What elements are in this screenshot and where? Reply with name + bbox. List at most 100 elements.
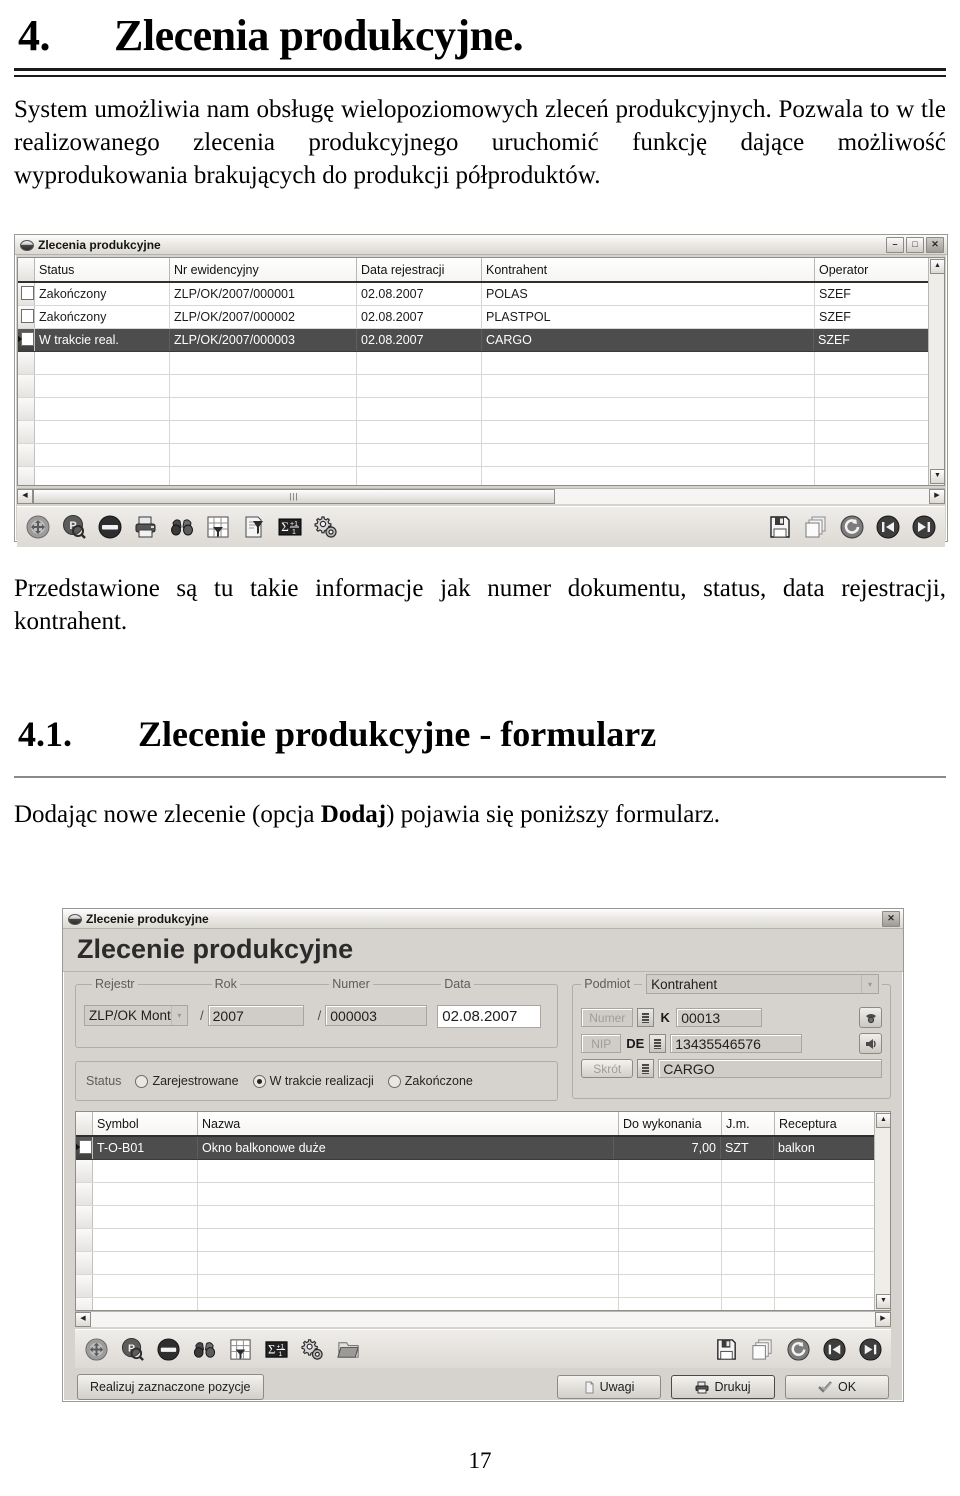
sum-icon[interactable]: Σ +1 1	[261, 1334, 291, 1364]
table-row-selected[interactable]: T-O-B01 Okno balkonowe duże 7,00 SZT bal…	[76, 1137, 890, 1160]
gears-icon[interactable]	[297, 1334, 327, 1364]
lookup-icon[interactable]	[649, 1034, 667, 1053]
row-gutter[interactable]	[18, 306, 35, 328]
save-icon[interactable]	[765, 512, 795, 542]
grid-filter-icon[interactable]	[225, 1334, 255, 1364]
first-record-icon[interactable]	[873, 512, 903, 542]
data-input[interactable]: 02.08.2007	[437, 1005, 542, 1028]
radio-zarejestrowane[interactable]: Zarejestrowane	[135, 1074, 239, 1088]
hscroll-track[interactable]	[91, 1312, 875, 1327]
add-icon[interactable]	[81, 1334, 111, 1364]
row-checkbox[interactable]	[79, 1140, 92, 1154]
scroll-down-icon[interactable]: ▼	[930, 469, 944, 484]
scroll-up-icon[interactable]: ▲	[876, 1113, 890, 1128]
column-header-operator[interactable]: Operator	[815, 258, 929, 281]
column-header-nazwa[interactable]: Nazwa	[198, 1112, 619, 1135]
scroll-left-icon[interactable]: ◀	[17, 489, 33, 504]
rejestr-combo[interactable]: ZLP/OK Mont ▾	[84, 1005, 188, 1026]
row-gutter[interactable]	[18, 283, 35, 305]
form-window-titlebar[interactable]: Zlecenie produkcyjne ✕	[63, 909, 903, 929]
radio-zakonczone[interactable]: Zakończone	[387, 1074, 473, 1088]
row-checkbox[interactable]	[21, 332, 34, 346]
row-gutter[interactable]	[76, 1137, 93, 1159]
lookup-icon[interactable]	[637, 1008, 655, 1027]
column-header-kontrahent[interactable]: Kontrahent	[482, 258, 815, 281]
first-record-icon[interactable]	[819, 1334, 849, 1364]
rok-input[interactable]: 2007	[207, 1005, 304, 1026]
chevron-down-icon[interactable]: ▾	[170, 1006, 187, 1025]
table-row[interactable]: Zakończony ZLP/OK/2007/000002 02.08.2007…	[18, 306, 944, 329]
scroll-down-icon[interactable]: ▼	[876, 1294, 890, 1309]
column-header-receptura[interactable]: Receptura	[775, 1112, 875, 1135]
binoculars-icon[interactable]	[189, 1334, 219, 1364]
delete-icon[interactable]	[95, 512, 125, 542]
uwagi-button[interactable]: Uwagi	[557, 1375, 661, 1399]
folder-icon[interactable]	[333, 1334, 363, 1364]
table-row-selected[interactable]: W trakcie real. ZLP/OK/2007/000003 02.08…	[18, 329, 944, 352]
print-icon[interactable]	[131, 512, 161, 542]
column-header-status[interactable]: Status	[35, 258, 170, 281]
edit-search-icon[interactable]: P	[117, 1334, 147, 1364]
column-header-do-wykonania[interactable]: Do wykonania	[619, 1112, 722, 1135]
delete-icon[interactable]	[153, 1334, 183, 1364]
refresh-icon[interactable]	[837, 512, 867, 542]
close-icon[interactable]: ✕	[882, 910, 900, 927]
hscroll-thumb[interactable]: |||	[33, 489, 555, 504]
phone-icon[interactable]	[859, 1007, 882, 1028]
table-row[interactable]: Zakończony ZLP/OK/2007/000001 02.08.2007…	[18, 283, 944, 306]
refresh-icon[interactable]	[783, 1334, 813, 1364]
podmiot-type-combo[interactable]: Kontrahent ▾	[646, 974, 879, 994]
column-header-jm[interactable]: J.m.	[722, 1112, 775, 1135]
gears-icon[interactable]	[311, 512, 341, 542]
cell-nr: ZLP/OK/2007/000001	[170, 283, 357, 305]
scroll-right-icon[interactable]: ▶	[929, 489, 945, 504]
speaker-icon[interactable]	[859, 1033, 882, 1054]
nip-value-input[interactable]: 13435546576	[670, 1034, 803, 1053]
drukuj-button[interactable]: Drukuj	[671, 1375, 775, 1399]
maximize-icon[interactable]: □	[906, 236, 924, 253]
list-vertical-scrollbar[interactable]: ▲ ▼	[928, 258, 944, 485]
chevron-down-icon[interactable]: ▾	[861, 975, 878, 993]
lookup-icon[interactable]	[637, 1059, 655, 1078]
scroll-right-icon[interactable]: ▶	[875, 1312, 891, 1327]
gutter-header	[76, 1112, 93, 1135]
list-horizontal-scrollbar[interactable]: ◀ ||| ▶	[17, 488, 945, 504]
copy-icon[interactable]	[801, 512, 831, 542]
minimize-icon[interactable]: –	[886, 236, 904, 253]
mid-paragraph: Przedstawione są tu takie informacje jak…	[14, 575, 946, 635]
add-icon[interactable]	[23, 512, 53, 542]
svg-text:Σ: Σ	[268, 1342, 275, 1356]
report-filter-icon[interactable]	[239, 512, 269, 542]
column-header-symbol[interactable]: Symbol	[93, 1112, 198, 1135]
row-checkbox[interactable]	[21, 286, 34, 300]
last-record-icon[interactable]	[909, 512, 939, 542]
close-icon[interactable]: ✕	[926, 236, 944, 253]
label-rok: Rok	[211, 977, 240, 991]
row-gutter[interactable]	[18, 329, 35, 351]
radio-w-trakcie-realizacji[interactable]: W trakcie realizacji	[252, 1074, 374, 1088]
skrot-value-input[interactable]: CARGO	[658, 1059, 882, 1078]
column-header-data[interactable]: Data rejestracji	[357, 258, 482, 281]
column-header-nr[interactable]: Nr ewidencyjny	[170, 258, 357, 281]
skrot-button[interactable]: Skrót	[581, 1059, 634, 1078]
last-record-icon[interactable]	[855, 1334, 885, 1364]
numer-input[interactable]: 000003	[325, 1005, 428, 1026]
page-title: 4. Zlecenia produkcyjne.	[0, 0, 960, 62]
realizuj-zaznaczone-pozycje-button[interactable]: Realizuj zaznaczone pozycje	[77, 1374, 264, 1400]
copy-icon[interactable]	[747, 1334, 777, 1364]
hscroll-track[interactable]: |||	[33, 489, 929, 504]
scroll-left-icon[interactable]: ◀	[75, 1312, 91, 1327]
save-icon[interactable]	[711, 1334, 741, 1364]
binoculars-icon[interactable]	[167, 512, 197, 542]
positions-vertical-scrollbar[interactable]: ▲ ▼	[874, 1112, 890, 1310]
grid-filter-icon[interactable]	[203, 512, 233, 542]
positions-horizontal-scrollbar[interactable]: ◀ ▶	[75, 1311, 891, 1327]
row-checkbox[interactable]	[21, 309, 34, 323]
list-window-titlebar[interactable]: Zlecenia produkcyjne – □ ✕	[15, 235, 947, 255]
ok-button[interactable]: OK	[785, 1375, 889, 1399]
numer-value-input[interactable]: 00013	[676, 1008, 763, 1027]
sum-icon[interactable]: Σ +1 1	[275, 512, 305, 542]
edit-search-icon[interactable]: P	[59, 512, 89, 542]
scroll-up-icon[interactable]: ▲	[930, 259, 944, 274]
numer-prefix: K	[660, 1010, 670, 1025]
